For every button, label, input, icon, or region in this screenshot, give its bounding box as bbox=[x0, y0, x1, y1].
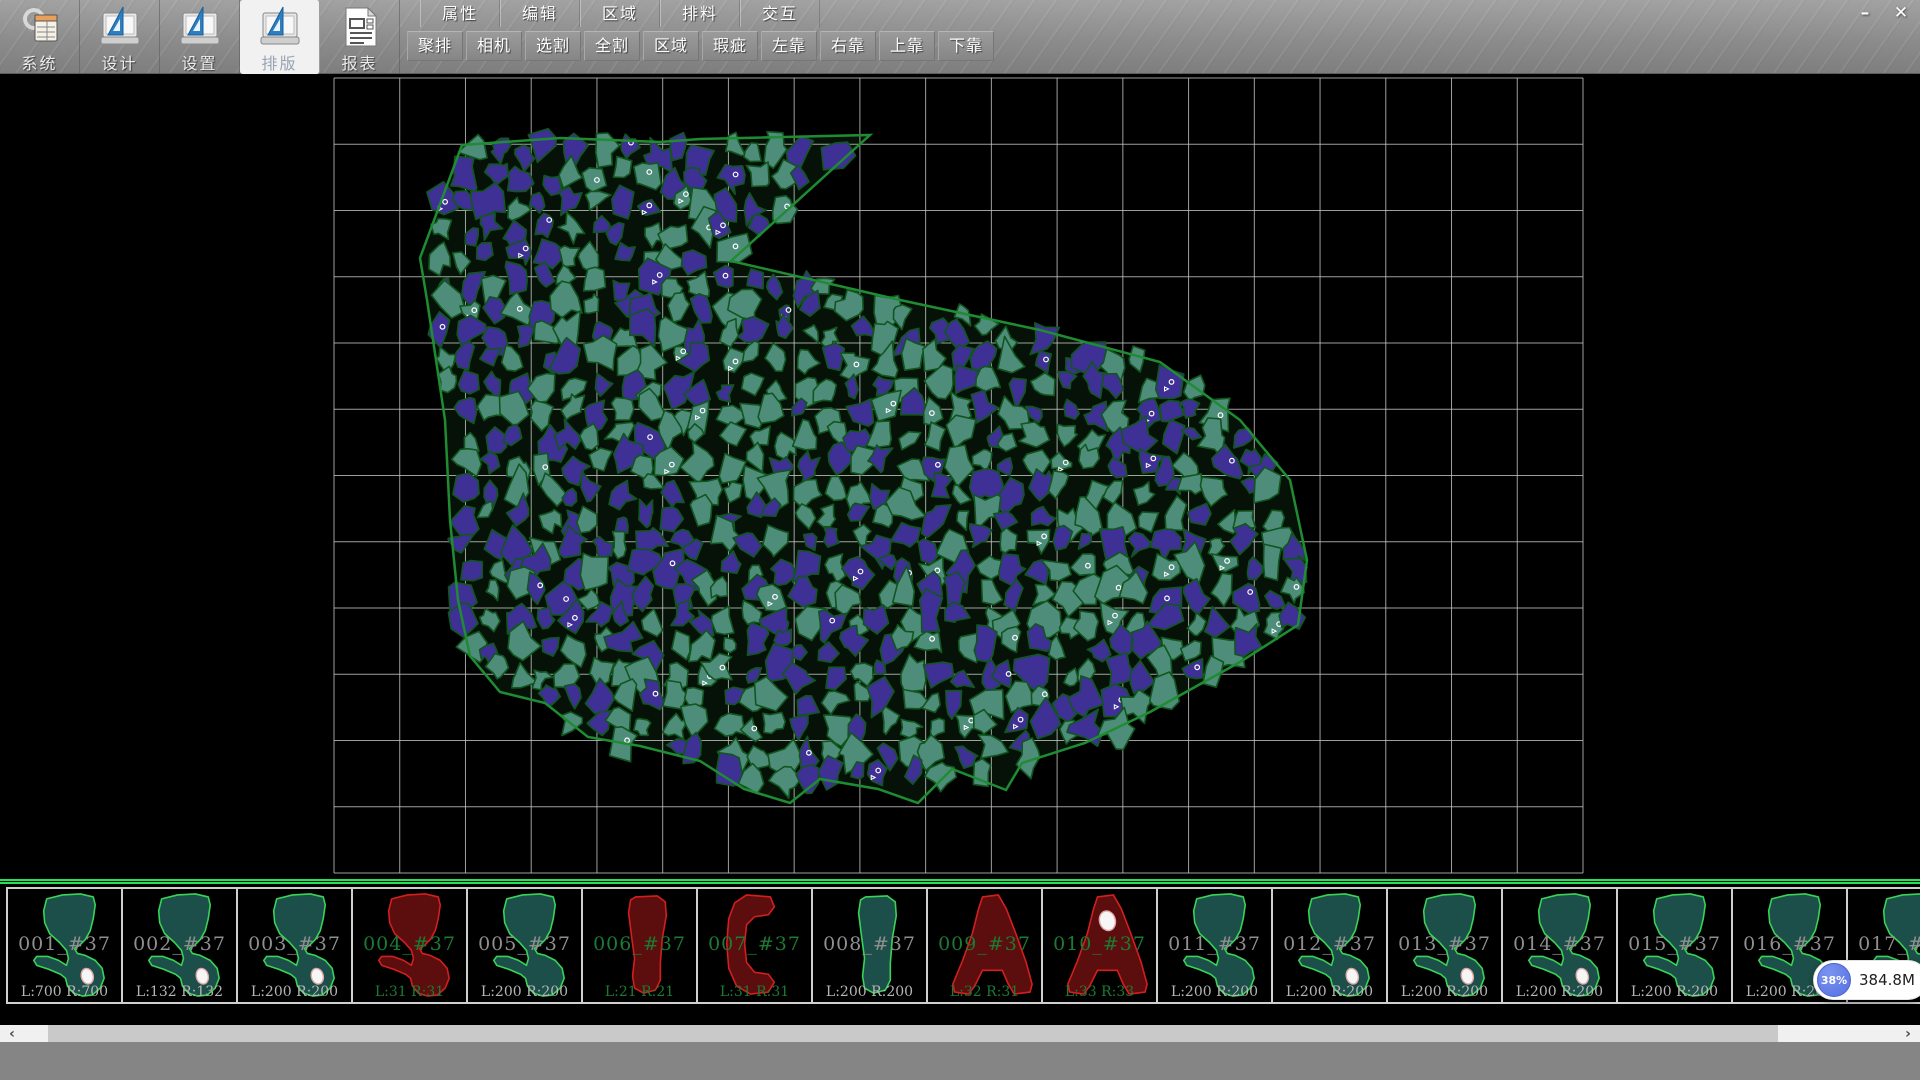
piece-shape-preview bbox=[8, 889, 121, 1002]
window-controls: – ✕ bbox=[1852, 2, 1914, 24]
piece-shape-preview bbox=[353, 889, 466, 1002]
scrollbar-thumb[interactable] bbox=[48, 1025, 1778, 1042]
menu-tab-1[interactable]: 属性 bbox=[420, 0, 500, 27]
piece-cell-15[interactable]: 015_#37L:200 R:200 bbox=[1616, 887, 1733, 1004]
report-document-icon bbox=[337, 4, 383, 50]
tool-button-2[interactable]: 相机 bbox=[466, 31, 522, 61]
percent-circle-badge: 38% bbox=[1817, 963, 1851, 997]
scroll-right-arrow-icon[interactable]: › bbox=[1896, 1025, 1920, 1042]
menu-tab-5[interactable]: 交互 bbox=[740, 0, 820, 27]
piece-cell-14[interactable]: 014_#37L:200 R:200 bbox=[1501, 887, 1618, 1004]
piece-cell-list: 001_#37L:700 R:700002_#37L:132 R:132003_… bbox=[6, 887, 1920, 1004]
nesting-ruler-icon bbox=[257, 4, 303, 50]
tool-button-1[interactable]: 聚排 bbox=[407, 31, 463, 61]
menu-tab-3[interactable]: 区域 bbox=[580, 0, 660, 27]
tool-button-4[interactable]: 全割 bbox=[584, 31, 640, 61]
piece-shape-preview bbox=[123, 889, 236, 1002]
tool-button-row: 聚排相机选割全割区域瑕疵左靠右靠上靠下靠 bbox=[407, 31, 997, 61]
nesting-app-window: { "window": { "minimize_glyph": "–", "cl… bbox=[0, 0, 1920, 1080]
piece-shape-preview bbox=[583, 889, 696, 1002]
piece-shape-preview bbox=[928, 889, 1041, 1002]
piece-cell-13[interactable]: 013_#37L:200 R:200 bbox=[1386, 887, 1503, 1004]
piece-thumbnail-strip: 001_#37L:700 R:700002_#37L:132 R:132003_… bbox=[0, 879, 1920, 1005]
piece-cell-3[interactable]: 003_#37L:200 R:200 bbox=[236, 887, 353, 1004]
piece-cell-9[interactable]: 009_#37L:32 R:31 bbox=[926, 887, 1043, 1004]
piece-shape-preview bbox=[1388, 889, 1501, 1002]
nav-tile-4[interactable]: 排版 bbox=[240, 0, 320, 74]
piece-shape-preview bbox=[698, 889, 811, 1002]
menu-tab-4[interactable]: 排料 bbox=[660, 0, 740, 27]
nav-tile-label: 设置 bbox=[181, 50, 217, 74]
nav-tile-5[interactable]: 报表 bbox=[320, 0, 400, 74]
nav-tile-3[interactable]: 设置 bbox=[160, 0, 240, 74]
piece-shape-preview bbox=[1273, 889, 1386, 1002]
piece-cell-5[interactable]: 005_#37L:200 R:200 bbox=[466, 887, 583, 1004]
piece-shape-preview bbox=[1503, 889, 1616, 1002]
piece-cell-4[interactable]: 004_#37L:31 R:31 bbox=[351, 887, 468, 1004]
piece-shape-preview bbox=[1043, 889, 1156, 1002]
strip-divider-line bbox=[0, 879, 1920, 885]
horizontal-scrollbar[interactable]: ‹ › bbox=[0, 1025, 1920, 1042]
piece-cell-8[interactable]: 008_#37L:200 R:200 bbox=[811, 887, 928, 1004]
nav-tile-bar: 系统 设计 设置 排版 报表 bbox=[0, 0, 400, 74]
minimize-button[interactable]: – bbox=[1852, 2, 1878, 24]
nav-tile-label: 报表 bbox=[341, 50, 377, 74]
top-toolbar: 系统设计设置排版报表 属性编辑区域排料交互 聚排相机选割全割区域瑕疵左靠右靠上靠… bbox=[0, 0, 1920, 74]
scroll-left-arrow-icon[interactable]: ‹ bbox=[0, 1025, 24, 1042]
nav-tile-label: 设计 bbox=[101, 50, 137, 74]
nesting-canvas[interactable] bbox=[0, 74, 1920, 879]
piece-cell-6[interactable]: 006_#37L:21 R:21 bbox=[581, 887, 698, 1004]
tool-button-6[interactable]: 瑕疵 bbox=[702, 31, 758, 61]
close-button[interactable]: ✕ bbox=[1888, 2, 1914, 24]
piece-shape-preview bbox=[1158, 889, 1271, 1002]
settings-ruler-icon bbox=[177, 4, 223, 50]
piece-cell-10[interactable]: 010_#37L:33 R:33 bbox=[1041, 887, 1158, 1004]
piece-shape-preview bbox=[238, 889, 351, 1002]
piece-shape-preview bbox=[1618, 889, 1731, 1002]
nesting-drawing bbox=[0, 74, 1920, 879]
tool-button-8[interactable]: 右靠 bbox=[820, 31, 876, 61]
design-ruler-icon bbox=[97, 4, 143, 50]
piece-cell-11[interactable]: 011_#37L:200 R:200 bbox=[1156, 887, 1273, 1004]
tool-button-9[interactable]: 上靠 bbox=[879, 31, 935, 61]
tool-button-5[interactable]: 区域 bbox=[643, 31, 699, 61]
tool-button-7[interactable]: 左靠 bbox=[761, 31, 817, 61]
menu-tab-row: 属性编辑区域排料交互 bbox=[420, 0, 997, 27]
status-footer-bar bbox=[0, 1042, 1920, 1080]
nav-tile-1[interactable]: 系统 bbox=[0, 0, 80, 74]
nav-tile-label: 系统 bbox=[21, 50, 57, 74]
menu-tab-2[interactable]: 编辑 bbox=[500, 0, 580, 27]
nav-tile-label: 排版 bbox=[261, 50, 297, 74]
menu-block: 属性编辑区域排料交互 聚排相机选割全割区域瑕疵左靠右靠上靠下靠 bbox=[420, 0, 997, 61]
tool-button-10[interactable]: 下靠 bbox=[938, 31, 994, 61]
piece-cell-7[interactable]: 007_#37L:31 R:31 bbox=[696, 887, 813, 1004]
piece-cell-2[interactable]: 002_#37L:132 R:132 bbox=[121, 887, 238, 1004]
nav-tile-2[interactable]: 设计 bbox=[80, 0, 160, 74]
memory-size-label: 384.8M bbox=[1859, 971, 1915, 989]
piece-shape-preview bbox=[468, 889, 581, 1002]
piece-cell-1[interactable]: 001_#37L:700 R:700 bbox=[6, 887, 123, 1004]
piece-shape-preview bbox=[813, 889, 926, 1002]
memory-status-badge[interactable]: 38% 384.8M bbox=[1813, 960, 1920, 1000]
system-gear-icon bbox=[17, 4, 63, 50]
piece-cell-12[interactable]: 012_#37L:200 R:200 bbox=[1271, 887, 1388, 1004]
tool-button-3[interactable]: 选割 bbox=[525, 31, 581, 61]
